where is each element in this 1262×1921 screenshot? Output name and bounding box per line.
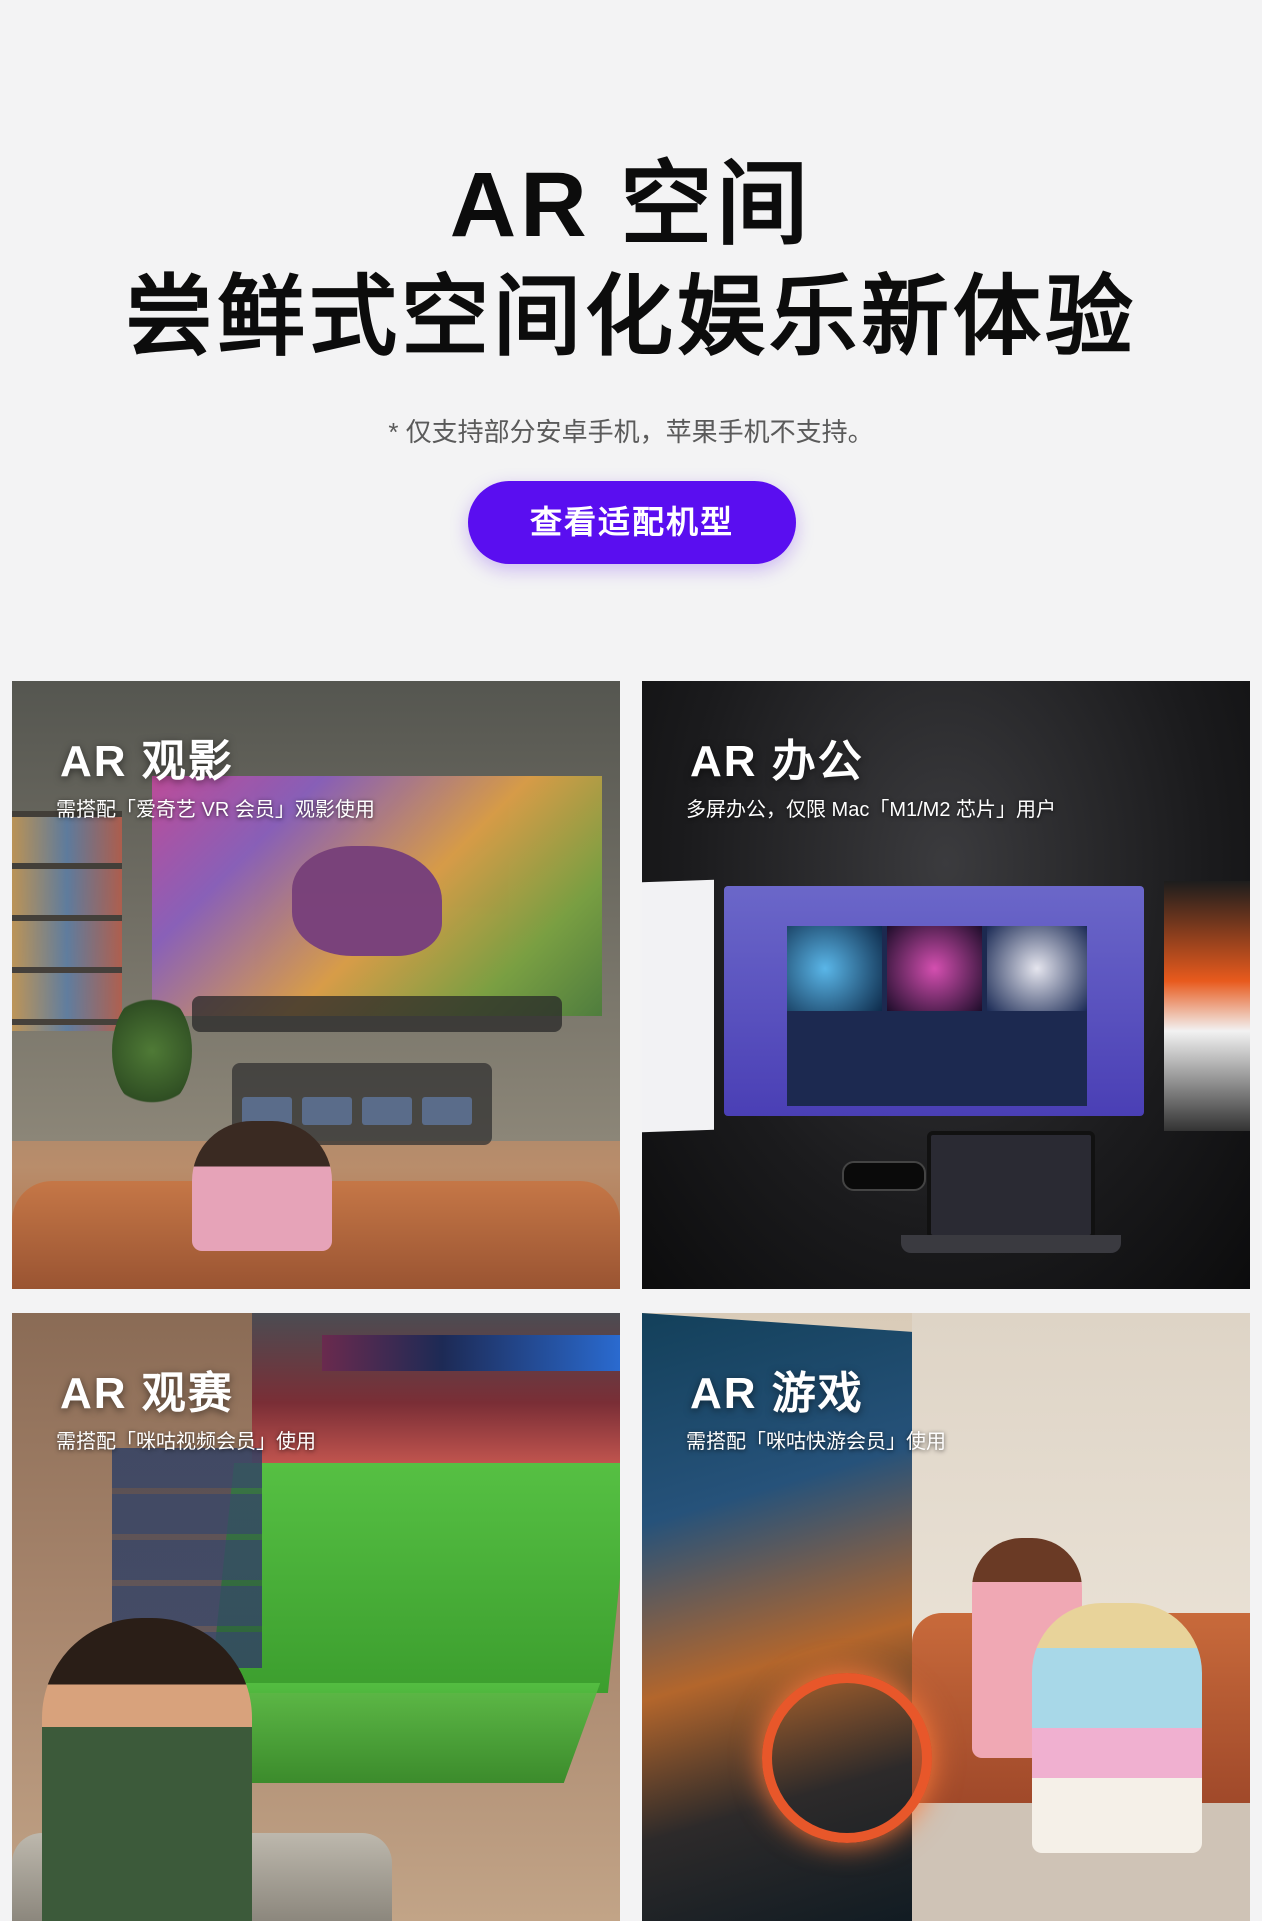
viewer-image — [42, 1618, 252, 1921]
slide-image-1 — [787, 926, 882, 1011]
slide-image-3 — [987, 926, 1087, 1011]
scoreboard-image — [322, 1335, 620, 1371]
tile-title: AR 游戏 — [690, 1369, 864, 1418]
feature-tile-ar-sports: AR 观赛 需搭配「咪咕视频会员」使用 — [12, 1313, 620, 1921]
tile-title: AR 观影 — [60, 737, 234, 786]
feature-tile-ar-movie: AR 观影 需搭配「爱奇艺 VR 会员」观影使用 — [12, 681, 620, 1289]
tile-subtitle: 需搭配「咪咕快游会员」使用 — [686, 1431, 946, 1453]
left-virtual-screen-image — [642, 879, 714, 1133]
slide-image-2 — [887, 926, 982, 1011]
compatibility-note: * 仅支持部分安卓手机，苹果手机不支持。 — [388, 417, 874, 447]
tile-title: AR 办公 — [690, 737, 864, 786]
tile-title: AR 观赛 — [60, 1369, 234, 1418]
poster-wall-image — [12, 811, 122, 1031]
player-control-bar-image — [192, 996, 562, 1032]
hero-subtitle: 尝鲜式空间化娱乐新体验 — [124, 267, 1137, 366]
speedometer-image — [762, 1673, 932, 1843]
football-pitch-image — [209, 1463, 620, 1693]
tile-subtitle: 需搭配「爱奇艺 VR 会员」观影使用 — [56, 799, 375, 821]
laptop-image — [901, 1131, 1121, 1253]
ar-glasses-image — [842, 1161, 926, 1191]
feature-tile-ar-gaming: AR 游戏 需搭配「咪咕快游会员」使用 — [642, 1313, 1250, 1921]
hero-title: AR 空间 — [449, 154, 813, 256]
tile-subtitle: 多屏办公，仅限 Mac「M1/M2 芯片」用户 — [686, 799, 1057, 821]
plant-image — [112, 991, 192, 1111]
player-image-2 — [1032, 1603, 1202, 1853]
tile-subtitle: 需搭配「咪咕视频会员」使用 — [56, 1431, 316, 1453]
feature-tile-ar-office: AR 办公 多屏办公，仅限 Mac「M1/M2 芯片」用户 — [642, 681, 1250, 1289]
right-virtual-screen-image — [1164, 881, 1250, 1131]
hero-section: AR 空间 尝鲜式空间化娱乐新体验 * 仅支持部分安卓手机，苹果手机不支持。 查… — [0, 0, 1262, 680]
viewer-image — [192, 1121, 332, 1251]
view-compatible-models-button[interactable]: 查看适配机型 — [468, 481, 796, 564]
